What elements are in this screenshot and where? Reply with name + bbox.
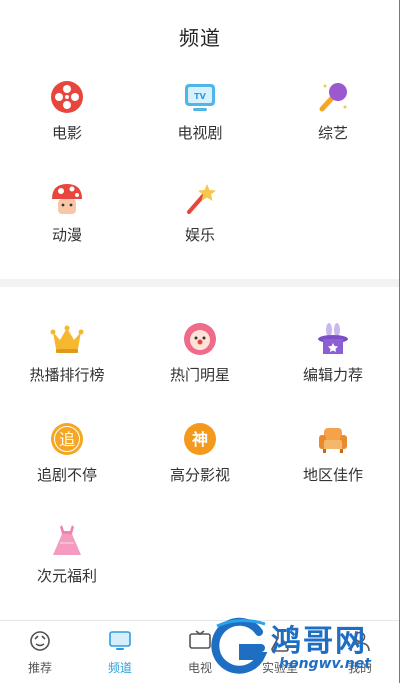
feature-label: 追剧不停 bbox=[36, 466, 97, 484]
channel-tv-series[interactable]: TV 电视剧 bbox=[150, 80, 250, 143]
mushroom-icon bbox=[52, 184, 82, 214]
channel-entertainment[interactable]: 娱乐 bbox=[150, 182, 250, 245]
tab-channel[interactable]: 频道 bbox=[90, 629, 150, 676]
microphone-icon bbox=[319, 83, 347, 112]
shen-badge-icon: 神 bbox=[184, 423, 216, 455]
recommend-icon bbox=[30, 631, 50, 651]
page-title: 频道 bbox=[179, 26, 221, 50]
magic-wand-icon bbox=[187, 184, 216, 214]
feature-label: 热播排行榜 bbox=[29, 366, 105, 384]
feature-label: 地区佳作 bbox=[302, 466, 363, 484]
tv-icon: TV bbox=[185, 84, 215, 111]
channel-movie[interactable]: 电影 bbox=[17, 80, 117, 143]
armchair-icon bbox=[319, 428, 347, 453]
feature-regional-works[interactable]: 地区佳作 bbox=[283, 422, 383, 485]
svg-text:神: 神 bbox=[192, 430, 208, 449]
feature-acg-welfare[interactable]: 次元福利 bbox=[17, 523, 117, 586]
film-reel-icon bbox=[51, 81, 83, 113]
feature-hot-stars[interactable]: 热门明星 bbox=[150, 322, 250, 385]
monitor-icon bbox=[109, 631, 131, 650]
feature-label: 高分影视 bbox=[169, 466, 230, 484]
svg-text:追: 追 bbox=[59, 430, 75, 449]
feature-label: 次元福利 bbox=[36, 567, 97, 585]
magic-hat-icon bbox=[318, 323, 348, 354]
channel-label: 电影 bbox=[51, 124, 82, 142]
channel-label: 动漫 bbox=[51, 226, 82, 244]
feature-label: 热门明星 bbox=[169, 366, 230, 384]
tab-label: 频道 bbox=[107, 661, 132, 675]
feature-hot-ranking[interactable]: 热播排行榜 bbox=[17, 322, 117, 385]
channel-label: 综艺 bbox=[317, 124, 348, 142]
crown-icon bbox=[50, 325, 84, 353]
channel-anime[interactable]: 动漫 bbox=[17, 182, 117, 245]
feature-binge-watch[interactable]: 追 追剧不停 bbox=[17, 422, 117, 485]
channel-label: 娱乐 bbox=[184, 226, 215, 244]
channel-label: 电视剧 bbox=[177, 124, 223, 142]
svg-text:TV: TV bbox=[194, 92, 206, 101]
channel-variety[interactable]: 综艺 bbox=[283, 80, 383, 143]
zhui-badge-icon: 追 bbox=[51, 423, 83, 455]
clown-face-icon bbox=[184, 323, 216, 355]
watermark-brand: 鸿哥网 bbox=[271, 624, 367, 659]
watermark-logo-icon bbox=[211, 617, 268, 674]
section-divider bbox=[0, 279, 399, 287]
feature-high-score[interactable]: 神 高分影视 bbox=[150, 422, 250, 485]
watermark-url: hongwv.net bbox=[279, 656, 371, 672]
tab-recommend[interactable]: 推荐 bbox=[10, 629, 70, 676]
feature-editor-picks[interactable]: 编辑力荐 bbox=[283, 322, 383, 385]
feature-label: 编辑力荐 bbox=[302, 366, 363, 384]
site-watermark: 鸿哥网 hongwv.net bbox=[205, 612, 400, 682]
dress-icon bbox=[53, 525, 81, 555]
tab-label: 推荐 bbox=[27, 661, 52, 675]
